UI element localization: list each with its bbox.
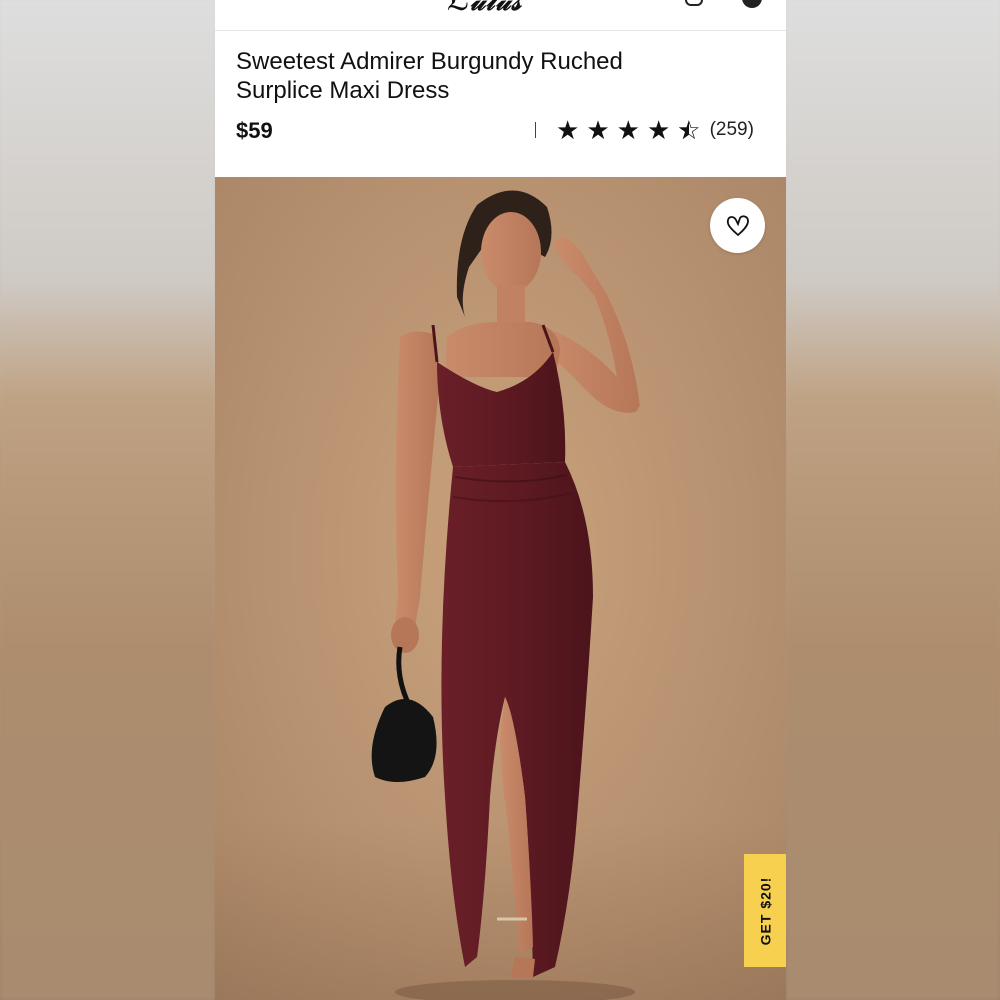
star-icon: ★ [646,115,671,145]
wishlist-button[interactable] [710,198,765,253]
search-icon[interactable] [685,0,703,6]
half-star-icon: ☆★☆ [677,115,701,145]
star-icon: ★ [616,115,640,145]
model-figure [371,190,640,1000]
background-blur-left [0,0,215,1000]
background-blur-right [786,0,1000,1000]
product-image[interactable]: GET $20! [215,177,786,1000]
brand-logo[interactable]: ℒ𝓊𝓁𝓊𝓈 [447,0,522,18]
divider [535,122,536,138]
star-icon: ★ [556,115,580,145]
star-icon: ★ [586,115,610,145]
product-rating[interactable]: ★ ★ ★ ★ ☆★☆ (259) [535,115,770,145]
app-header: ℒ𝓊𝓁𝓊𝓈 [215,0,786,31]
review-count[interactable]: (259) [710,119,754,141]
heart-icon [726,214,749,236]
promo-tab[interactable]: GET $20! [744,854,786,967]
product-price: $59 [236,118,273,143]
promo-label: GET $20! [757,876,774,945]
product-title: Sweetest Admirer Burgundy Ruched Surplic… [236,48,623,104]
product-page: ℒ𝓊𝓁𝓊𝓈 Sweetest Admirer Burgundy Ruched S… [215,0,786,1000]
cart-icon[interactable] [742,0,762,8]
